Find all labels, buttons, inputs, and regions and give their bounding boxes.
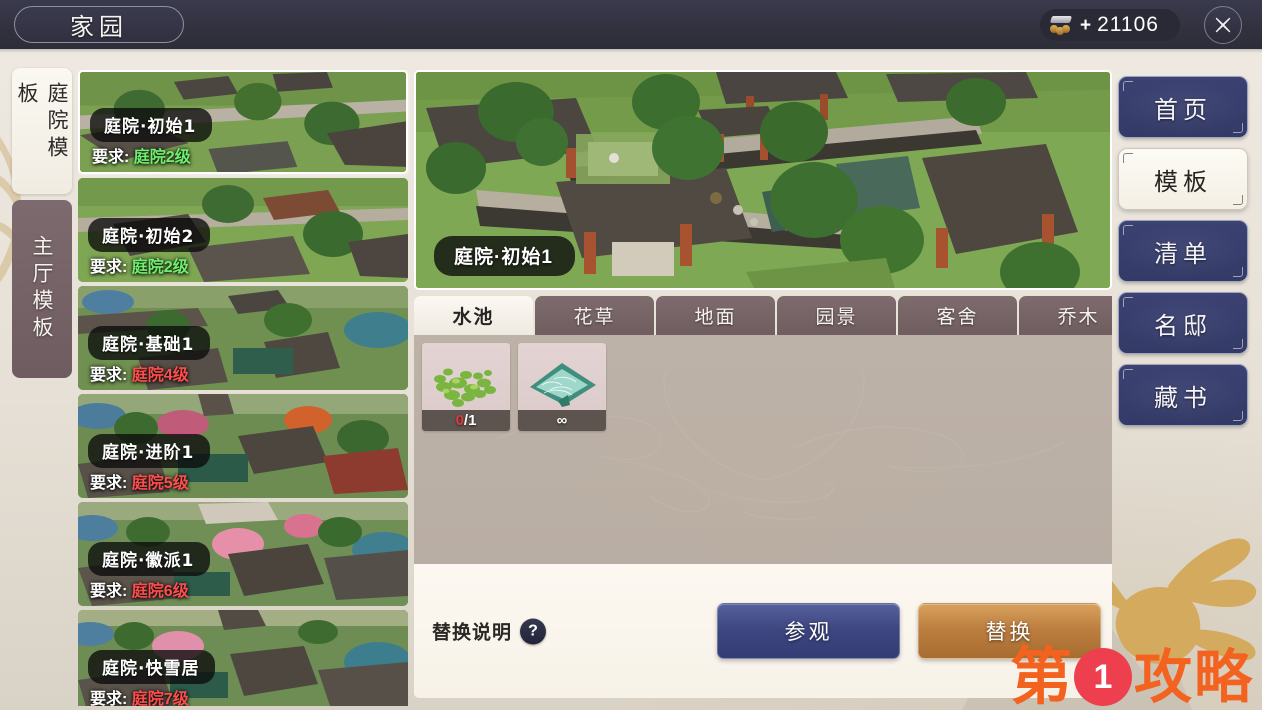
template-requirement: 要求: 庭院2级 — [90, 253, 189, 277]
nav-item-mansion[interactable]: 名邸 — [1118, 292, 1248, 354]
visit-button-label: 参观 — [784, 621, 833, 644]
template-card[interactable]: 庭院·初始1 要求: 庭院2级 — [78, 70, 408, 174]
requirement-value: 庭院5级 — [131, 475, 189, 492]
category-tab-flowers[interactable]: 花草 — [535, 296, 654, 335]
requirement-value: 庭院2级 — [131, 259, 189, 276]
item-grid[interactable]: 0 / 1 ∞ — [414, 335, 1112, 431]
requirement-value: 庭院2级 — [133, 149, 191, 166]
currency-value: 21106 — [1097, 13, 1159, 36]
requirement-value: 庭院4级 — [131, 367, 189, 384]
requirement-label: 要求: — [90, 259, 128, 276]
category-tab-label: 园景 — [815, 307, 858, 328]
category-tab-guesthouse[interactable]: 客舍 — [898, 296, 1017, 335]
requirement-value: 庭院6级 — [131, 583, 189, 600]
replace-help-label: 替换说明 — [432, 622, 513, 644]
close-icon — [1215, 17, 1231, 33]
replace-button-label: 替换 — [985, 621, 1034, 644]
template-card[interactable]: 庭院·快雪居 要求: 庭院7级 — [78, 610, 408, 706]
action-bar: 替换说明 ? 参观 替换 — [414, 564, 1112, 698]
template-requirement: 要求: 庭院4级 — [90, 361, 189, 385]
close-button[interactable] — [1204, 6, 1242, 44]
detail-panel: 庭院·初始1 水池 花草 地面 园景 客舍 乔木 0 / 1 ∞ 替换说明 ? … — [414, 70, 1112, 706]
item-infinite: ∞ — [556, 412, 568, 429]
template-requirement: 要求: 庭院5级 — [90, 469, 189, 493]
nav-item-library[interactable]: 藏书 — [1118, 364, 1248, 426]
requirement-value: 庭院7级 — [131, 691, 189, 706]
template-card[interactable]: 庭院·基础1 要求: 庭院4级 — [78, 286, 408, 390]
template-requirement: 要求: 庭院2级 — [92, 143, 191, 167]
right-nav-bar: 首页 模板 清单 名邸 藏书 — [1118, 76, 1248, 426]
item-count: ∞ — [518, 410, 606, 431]
template-requirement: 要求: 庭院6级 — [90, 577, 189, 601]
template-name: 庭院·基础1 — [88, 326, 211, 360]
template-requirement: 要求: 庭院7级 — [90, 685, 189, 706]
template-card[interactable]: 庭院·进阶1 要求: 庭院5级 — [78, 394, 408, 498]
item-have: 0 — [455, 412, 464, 429]
question-mark-icon[interactable]: ? — [520, 618, 547, 644]
water-surface-icon — [530, 363, 596, 407]
title-bar: 家园 + 21106 — [0, 0, 1262, 53]
left-tab-label: 主厅模板 — [30, 235, 54, 343]
replace-help[interactable]: 替换说明 ? — [432, 618, 547, 645]
requirement-label: 要求: — [90, 691, 128, 706]
template-list[interactable]: 庭院·初始1 要求: 庭院2级 庭院·初始2 要求: 庭院2级 庭院·基础1 要… — [78, 70, 410, 706]
nav-item-list[interactable]: 清单 — [1118, 220, 1248, 282]
requirement-label: 要求: — [90, 583, 128, 600]
replace-button[interactable]: 替换 — [918, 603, 1101, 659]
nav-item-label: 藏书 — [1154, 383, 1212, 412]
currency-display[interactable]: + 21106 — [1040, 9, 1180, 41]
category-tab-bar[interactable]: 水池 花草 地面 园景 客舍 乔木 — [414, 296, 1112, 335]
requirement-label: 要求: — [92, 149, 130, 166]
watermark-suffix: 攻略 — [1133, 643, 1254, 710]
template-name: 庭院·徽派1 — [88, 542, 211, 576]
lily-pads-icon — [434, 368, 496, 407]
template-name: 庭院·快雪居 — [88, 650, 216, 684]
requirement-label: 要求: — [90, 475, 128, 492]
requirement-label: 要求: — [90, 367, 128, 384]
page-title: 家园 — [14, 6, 184, 43]
category-tab-label: 客舍 — [936, 307, 979, 328]
category-tab-label: 花草 — [573, 307, 616, 328]
page-title-text: 家园 — [70, 13, 128, 41]
category-tab-tree[interactable]: 乔木 — [1019, 296, 1112, 335]
nav-item-template[interactable]: 模板 — [1118, 148, 1248, 210]
template-card[interactable]: 庭院·初始2 要求: 庭院2级 — [78, 178, 408, 282]
item-panel: 0 / 1 ∞ — [414, 335, 1112, 564]
coin-stack-icon — [1049, 15, 1078, 35]
item-count: 0 / 1 — [422, 410, 510, 431]
left-tab-strip: 庭院模板 主厅模板 — [12, 68, 72, 378]
nav-item-label: 清单 — [1154, 239, 1212, 268]
home-screen: 家园 + 21106 庭院模板 主厅模板 庭院·初始1 要求: 庭院2级 庭院·… — [0, 0, 1262, 710]
template-preview[interactable]: 庭院·初始1 — [414, 70, 1112, 290]
category-tab-garden[interactable]: 园景 — [777, 296, 896, 335]
item-slot[interactable]: ∞ — [518, 343, 606, 431]
item-slot[interactable]: 0 / 1 — [422, 343, 510, 431]
nav-item-label: 模板 — [1154, 167, 1212, 196]
category-tab-ground[interactable]: 地面 — [656, 296, 775, 335]
nav-item-label: 名邸 — [1154, 311, 1212, 340]
left-tab-label: 庭院模板 — [15, 82, 69, 163]
preview-label: 庭院·初始1 — [434, 236, 575, 276]
template-name: 庭院·进阶1 — [88, 434, 211, 468]
category-tab-label: 水池 — [452, 307, 495, 328]
currency-plus-icon[interactable]: + — [1080, 16, 1091, 35]
template-name: 庭院·初始1 — [90, 108, 213, 142]
left-tab-mainhall-template[interactable]: 主厅模板 — [12, 200, 72, 378]
nav-item-label: 首页 — [1154, 95, 1212, 124]
category-tab-label: 地面 — [694, 307, 737, 328]
template-name: 庭院·初始2 — [88, 218, 211, 252]
template-card[interactable]: 庭院·徽派1 要求: 庭院6级 — [78, 502, 408, 606]
category-tab-pool[interactable]: 水池 — [414, 296, 533, 335]
left-tab-courtyard-template[interactable]: 庭院模板 — [12, 68, 72, 194]
nav-item-home[interactable]: 首页 — [1118, 76, 1248, 138]
visit-button[interactable]: 参观 — [717, 603, 900, 659]
category-tab-label: 乔木 — [1057, 307, 1100, 328]
item-need: 1 — [468, 412, 477, 429]
